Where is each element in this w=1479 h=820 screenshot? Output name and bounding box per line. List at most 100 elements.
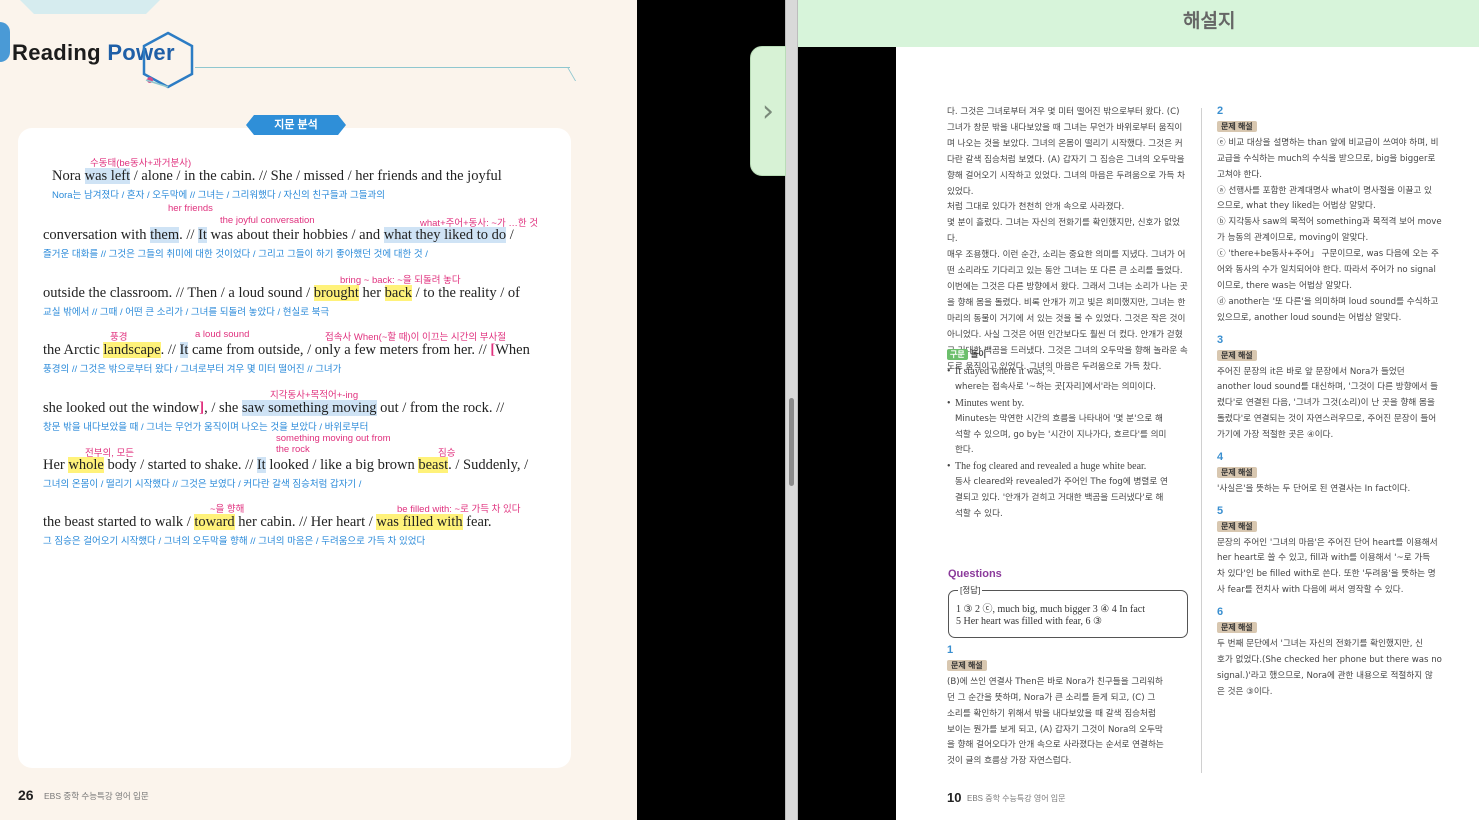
syntax-explanation: 석할 수 있다. [955,509,1003,520]
explanation-line: 주어진 문장의 it은 바로 앞 문장에서 Nora가 들었던 [1217,366,1405,377]
annotation-note: ~을 향해 [210,504,245,515]
eng-seg: body / started to shake. // [103,457,257,473]
eng-seg: the beast started to walk / [43,514,195,530]
explanation-line: signal.)'라고 했으므로, Nora에 관한 내용으로 적절하지 않 [1217,670,1433,681]
eng-seg: . // [160,342,180,358]
explanation-tag: 문제 해설 [1217,120,1257,132]
explanation-line: ⓓ another는 '또 다른'을 의미하며 loud sound를 수식하고 [1217,296,1439,307]
explanation-tag: 문제 해설 [947,659,987,671]
syntax-example: It stayed where it was, ~. [947,364,1189,380]
translation-line: 다. 그것은 그녀로부터 겨우 몇 미터 떨어진 밖으로부터 왔다. (C) [947,107,1180,117]
korean-gloss: 즐거운 대화를 // 그것은 그들의 취미에 대한 것이었다 / 그리고 그들이… [43,249,428,260]
syntax-explanation: where는 접속사로 '~하는 곳[자리]에서'라는 의미이다. [955,381,1156,392]
english-line: the beast started to walk / toward her c… [43,514,555,531]
explanation-line: 은 것은 ③이다. [1217,686,1273,697]
eng-seg: came from outside, / only a few meters f… [188,342,491,358]
annotation-note: be filled with: ~로 가득 차 있다 [397,504,521,515]
eng-seg: outside the classroom. // Then / a loud … [43,285,314,301]
english-line: conversation with them. // It was about … [43,227,555,244]
eng-seg: she looked out the window [43,400,200,416]
translation-line: 몇 분이 흘렀다. 그녀는 자신의 전화기를 확인했지만, 신호가 없었다. [947,218,1180,245]
explanation-line: ⓔ 비교 대상을 설명하는 than 앞에 비교급이 쓰여야 하며, 비 [1217,137,1439,148]
explanation-line: 호가 없었다.(She checked her phone but there … [1217,654,1442,665]
next-page-button[interactable]: › [750,46,786,176]
eng-highlight: saw something moving [241,400,377,416]
english-line: Nora was left / alone / in the cabin. //… [52,168,564,185]
explanation-line: 돌렸다'로 연결되는 것이 자연스러우므로, 주어진 문장이 들어 [1217,414,1437,425]
eng-seg: , / she [204,400,242,416]
explanation-line: ⓐ 선행사를 포함한 관계대명사 what이 명사절을 이끌고 있 [1217,185,1432,196]
page-divider-scrollbar[interactable] [785,0,798,820]
eng-highlight: was filled with [376,514,463,530]
eng-seg: . / Suddenly, / [448,457,529,473]
explanation-line: 어와 동사의 수가 일치되어야 한다. 따라서 주어가 no signal [1217,265,1436,276]
question-number: 6 [1217,606,1224,619]
annotation-note: something moving out from the rock [276,433,391,455]
translation-line: 을 향해 몸을 돌렸다. 비록 안개가 끼고 빛은 희미했지만, 그녀는 한 [947,297,1186,308]
translation-line: 며 나오는 것을 보았다. 그녀의 온몸이 떨리기 시작했다. 그것은 커 [947,138,1183,149]
answer-page-number: 10 [947,790,962,805]
annotation-note: her friends [168,203,213,214]
eng-seg: her cabin. // Her heart / [234,514,377,530]
page-footer: EBS 중학 수능특강 영어 입문 [44,791,149,801]
annotation-note: bring ~ back: ~을 되돌려 놓다 [340,275,461,286]
english-line: Her whole body / started to shake. // It… [43,457,555,474]
question-number: 5 [1217,504,1224,517]
explanation-line: 으므로, what they liked는 어법상 알맞다. [1217,201,1376,212]
explanation-line: 렸다'로 연결된 다음, '그녀가 그것(소리)이 난 곳을 향해 몸을 [1217,398,1435,409]
questions-title: Questions [948,568,1002,580]
left-page: Reading Power 지문 분석 수동태(be동사+과거분사) Nora … [0,0,637,820]
explanation-line: 보이는 뭔가를 보게 되고, (A) 갑자기 그것이 Nora의 오두막 [947,724,1163,735]
question-number: 3 [1217,333,1224,346]
explanation-tag: 문제 해설 [1217,520,1257,532]
header-rule [195,67,570,68]
hexagon-logo-icon [142,31,194,89]
scrollbar-thumb[interactable] [789,398,794,486]
explanation-line: ⓒ 'there+be동사+주어」 구문이므로, was 다음에 오는 주 [1217,249,1439,260]
eng-highlight: whole [68,457,104,473]
explanation-lines: (B)에 쓰인 연결사 Then은 바로 Nora가 친구들을 그리워하 던 그 … [947,675,1189,770]
eng-seg: was about their hobbies / and [206,227,384,243]
explanation-tag: 문제 해설 [1217,466,1257,478]
translation-line: 떤 소리라도 기다리고 있는 동안 그녀는 또 다른 큰 소리를 들었다. [947,266,1183,277]
answer-sheet-title: 해설지 [1183,11,1236,32]
explanation-line: 이므로, there was는 어법상 알맞다. [1217,280,1352,291]
answer-label: [정답] [958,584,983,596]
section-badge: 지문 분석 [246,115,346,135]
eng-seg: When [495,342,530,358]
explanation-tag: 문제 해설 [1217,622,1257,634]
eng-seg: Her [43,457,69,473]
answer-page-footer: EBS 중학 수능특강 영어 입문 [967,794,1066,803]
syntax-notes: 구문 돌이 It stayed where it was, ~.where는 접… [947,348,1189,523]
explanation-line: 것이 글의 흐름상 가장 자연스럽다. [947,756,1072,767]
english-line: she looked out the window], / she saw so… [43,400,555,417]
syntax-example: Minutes went by. [947,396,1189,412]
eng-seg: . // [179,227,199,243]
explanation-line: ⓑ 지각동사 saw의 목적어 something과 목적격 보어 move [1217,217,1442,228]
question-number: 2 [1217,105,1224,117]
eng-seg: her [358,285,385,301]
eng-highlight: them [150,227,180,243]
translation-line: 향해 걸어오기 시작하고 있었다. 그녀의 마음은 두려움으로 가득 차 있었다… [947,170,1186,197]
explanation-line: 을 향해 걸어오다가 안개 속으로 사라졌다는 순서로 연결하는 [947,740,1164,751]
korean-gloss: 교실 밖에서 // 그때 / 어떤 큰 소리가 / 그녀를 되돌려 놓았다 / … [43,307,330,318]
translation-line: 처럼 그대로 있다가 천천히 안개 속으로 사라졌다. [947,202,1125,213]
eng-seg: Nora [52,168,85,184]
eng-highlight: beast [418,457,449,473]
explanation-line: (B)에 쓰인 연결사 Then은 바로 Nora가 친구들을 그리워하 [947,676,1163,687]
eng-seg: fear. [462,514,492,530]
syntax-tag: 구문 [947,349,968,360]
eng-seg: / to the reality / of [412,285,520,301]
explanation-line: 소리를 확인하기 위해서 밖을 내다보았을 때 갈색 짐승처럼 [947,708,1156,719]
corner-tab [20,0,160,14]
explanation-line: 두 번째 문단에서 '그녀는 자신의 전화기를 확인했지만, 신 [1217,639,1424,649]
english-line: outside the classroom. // Then / a loud … [43,285,555,302]
korean-gloss: 풍경의 // 그것은 밖으로부터 왔다 / 그녀로부터 겨우 몇 미터 떨어진 … [43,364,342,375]
syntax-title: 돌이 [970,350,987,360]
annotation-note: the joyful conversation [220,215,315,226]
eng-seg: / alone / in the cabin. // She / missed … [130,168,502,184]
column-divider [1201,108,1202,773]
syntax-explanation: 동사 cleared와 revealed가 주어인 The fog에 병렬로 연 [955,477,1168,488]
syntax-example: The fog cleared and revealed a huge whit… [947,459,1189,475]
answer-line-1: 1 ③ 2 ⓒ, much big, much bigger 3 ④ 4 In … [956,604,1146,615]
